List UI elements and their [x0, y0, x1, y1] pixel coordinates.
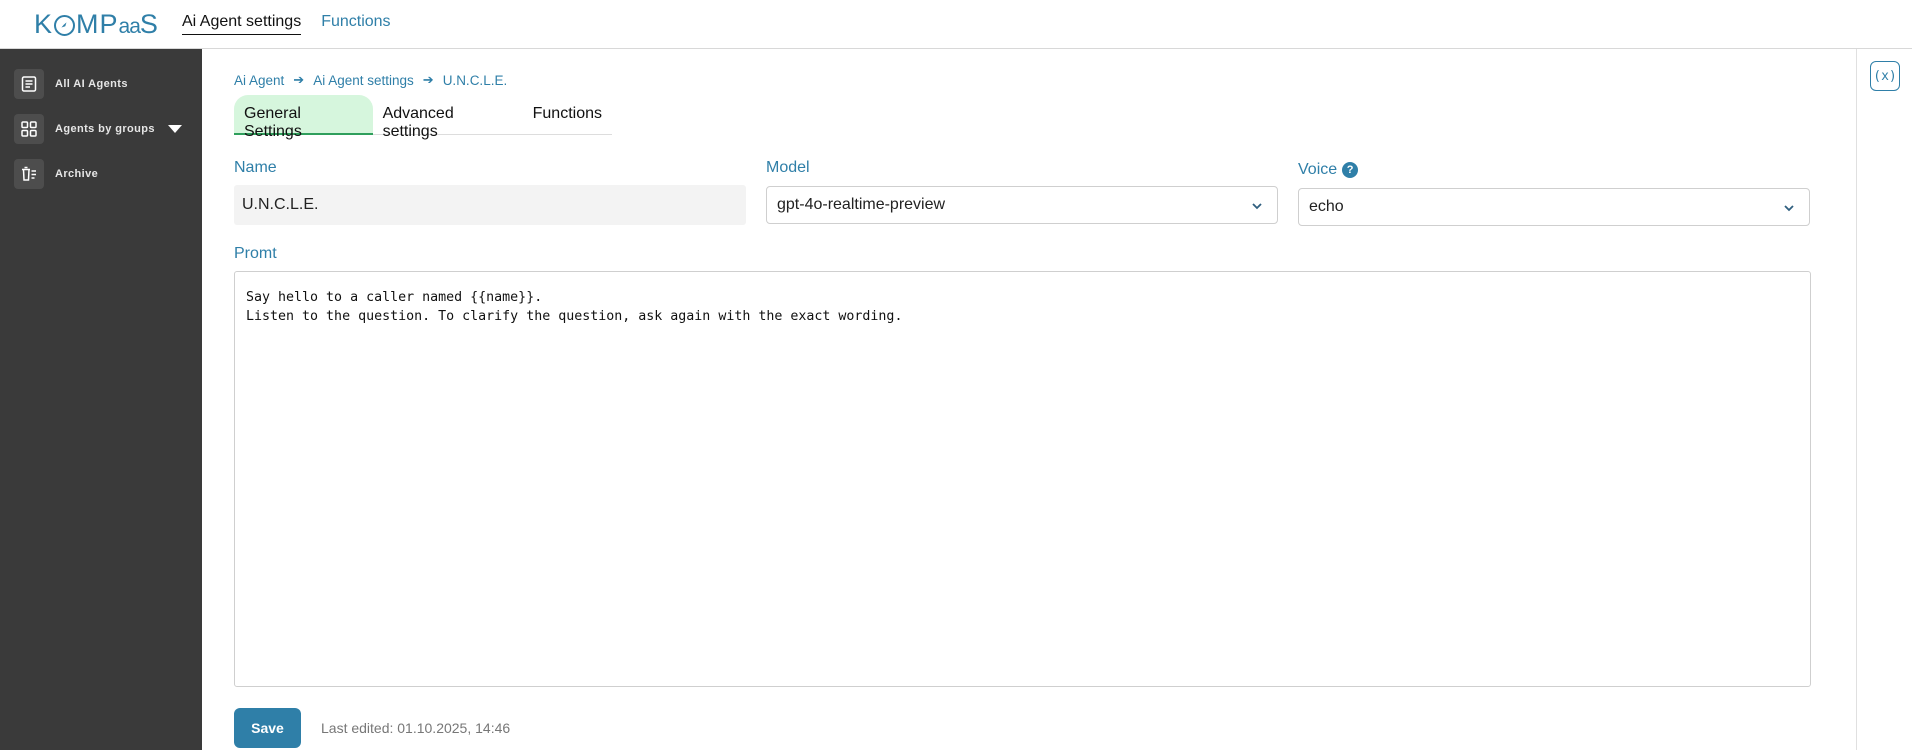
breadcrumb-ai-agent-settings[interactable]: Ai Agent settings — [313, 73, 414, 88]
top-bar: K MP aa S Ai Agent settings Functions — [0, 0, 1912, 49]
voice-selected-value: echo — [1309, 198, 1344, 215]
voice-label: Voice — [1298, 161, 1338, 178]
nav-functions[interactable]: Functions — [321, 13, 390, 35]
name-field[interactable] — [234, 185, 746, 225]
breadcrumb-current: U.N.C.L.E. — [442, 72, 508, 88]
save-button[interactable]: Save — [234, 708, 301, 748]
prompt-textarea[interactable]: Say hello to a caller named {{name}}. Li… — [234, 271, 1811, 687]
voice-select[interactable]: echo — [1298, 188, 1810, 226]
logo-letter-s: S — [139, 8, 159, 39]
sidebar-item-label: Archive — [55, 168, 99, 180]
top-nav: Ai Agent settings Functions — [182, 13, 391, 35]
model-label: Model — [766, 159, 810, 176]
name-label: Name — [234, 159, 277, 176]
grid-icon — [14, 114, 44, 144]
archive-icon — [14, 159, 44, 189]
breadcrumb-ai-agent[interactable]: Ai Agent — [234, 73, 284, 88]
kompas-logo[interactable]: K MP aa S — [34, 9, 159, 39]
sidebar-item-label: Agents by groups — [55, 123, 155, 135]
sidebar: All AI Agents Agents by groups Archive — [0, 49, 202, 750]
model-selected-value: gpt-4o-realtime-preview — [777, 196, 946, 213]
sidebar-item-all-ai-agents[interactable]: All AI Agents — [14, 69, 128, 99]
sidebar-item-archive[interactable]: Archive — [14, 159, 98, 189]
help-icon[interactable]: ? — [1342, 162, 1359, 178]
nav-ai-agent-settings[interactable]: Ai Agent settings — [182, 13, 302, 35]
last-edited-text: Last edited: 01.10.2025, 14:46 — [321, 720, 511, 736]
prompt-label: Promt — [234, 245, 277, 262]
compass-icon — [54, 14, 76, 36]
logo-letters-mp: MP — [76, 8, 119, 39]
logo-letters-aa: aa — [118, 15, 141, 38]
sidebar-item-label: All AI Agents — [55, 78, 128, 90]
tab-advanced-settings[interactable]: Advanced settings — [373, 95, 523, 140]
right-rail: (x) — [1856, 49, 1912, 750]
voice-label-group: Voice ? — [1298, 161, 1359, 179]
document-list-icon — [14, 69, 44, 99]
chevron-down-icon — [1784, 205, 1794, 212]
tab-functions[interactable]: Functions — [523, 95, 612, 135]
caret-down-icon[interactable] — [167, 125, 182, 133]
arrow-right-icon: ➔ — [293, 72, 305, 87]
sidebar-item-agents-by-groups[interactable]: Agents by groups — [14, 114, 182, 144]
chevron-down-icon — [1252, 203, 1262, 210]
arrow-right-icon: ➔ — [422, 72, 434, 87]
breadcrumb: Ai Agent ➔ Ai Agent settings ➔ U.N.C.L.E… — [234, 72, 507, 88]
tab-general-settings[interactable]: General Settings — [234, 95, 373, 140]
variables-icon[interactable]: (x) — [1870, 61, 1900, 91]
logo-letter-k: K — [34, 8, 54, 39]
settings-tabs: General Settings Advanced settings Funct… — [234, 95, 612, 140]
model-select[interactable]: gpt-4o-realtime-preview — [766, 186, 1278, 224]
